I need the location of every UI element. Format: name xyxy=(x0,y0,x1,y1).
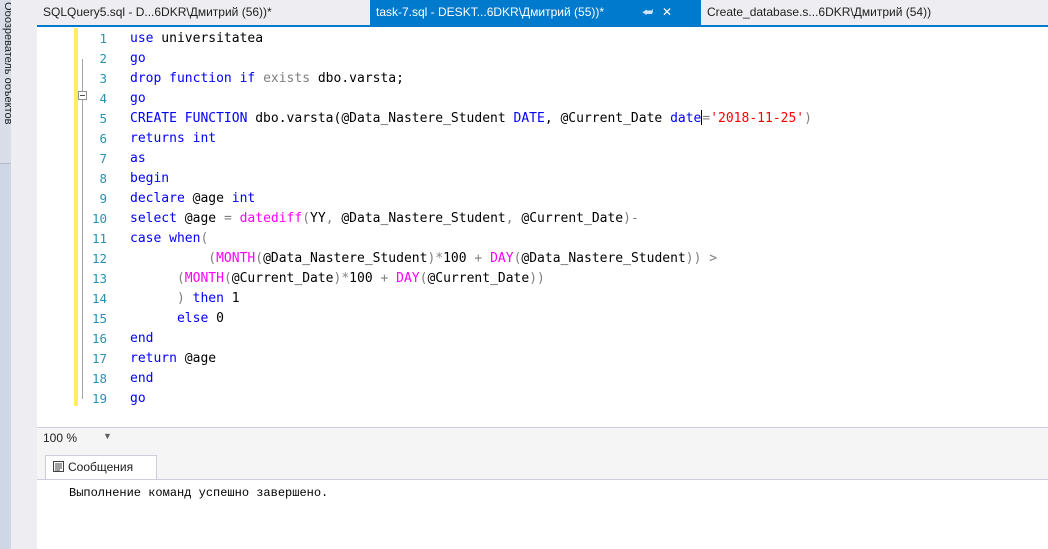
zoom-select[interactable]: 100 % xyxy=(43,431,77,445)
tab-create-database[interactable]: Create_database.s...6DKR\Дмитрий (54)) xyxy=(701,0,1041,25)
code-line[interactable]: 4 go xyxy=(37,89,1048,109)
code-line[interactable]: 9 declare @age int xyxy=(37,189,1048,209)
code-text[interactable]: go xyxy=(130,389,146,409)
code-line[interactable]: 18 end xyxy=(37,369,1048,389)
editor-accent-border xyxy=(37,25,1048,27)
line-number: 1 xyxy=(99,31,107,46)
tab-label: Create_database.s...6DKR\Дмитрий (54)) xyxy=(707,5,932,19)
code-line[interactable]: 17 return @age xyxy=(37,349,1048,369)
code-text[interactable]: (MONTH(@Current_Date)*100 + DAY(@Current… xyxy=(130,269,545,289)
outline-bar xyxy=(82,59,83,399)
code-text[interactable]: else 0 xyxy=(130,309,224,329)
close-icon[interactable]: ✕ xyxy=(662,0,672,25)
code-text[interactable]: begin xyxy=(130,169,169,189)
code-text[interactable]: returns int xyxy=(130,129,216,149)
change-marker xyxy=(74,28,78,406)
code-text[interactable]: as xyxy=(130,149,146,169)
messages-tab-label: Сообщения xyxy=(68,460,134,474)
zoom-bar: 100 % ▼ xyxy=(37,427,1048,449)
code-text[interactable]: go xyxy=(130,89,146,109)
code-line[interactable]: 16 end xyxy=(37,329,1048,349)
code-text[interactable]: go xyxy=(130,49,146,69)
code-text[interactable]: use universitatea xyxy=(130,29,263,49)
code-text[interactable]: case when( xyxy=(130,229,208,249)
code-text[interactable]: end xyxy=(130,369,153,389)
code-line[interactable]: 11 case when( xyxy=(37,229,1048,249)
tab-task-7[interactable]: task-7.sql - DESKT...6DKR\Дмитрий (55))*… xyxy=(370,0,701,25)
document-tab-bar: SQLQuery5.sql - D...6DKR\Дмитрий (56))* … xyxy=(37,0,1048,25)
code-line[interactable]: 6 returns int xyxy=(37,129,1048,149)
code-text[interactable]: (MONTH(@Data_Nastere_Student)*100 + DAY(… xyxy=(130,249,717,269)
code-text[interactable]: end xyxy=(130,329,153,349)
code-line[interactable]: 19 go xyxy=(37,389,1048,409)
tab-messages[interactable]: Сообщения xyxy=(45,455,157,479)
code-text[interactable]: drop function if exists dbo.varsta; xyxy=(130,69,404,89)
code-text[interactable]: CREATE FUNCTION dbo.varsta(@Data_Nastere… xyxy=(130,109,812,129)
sql-editor[interactable]: 1 use universitatea 2 go 3 drop function if e… xyxy=(37,25,1048,427)
object-explorer-sidebar[interactable]: Обозреватель объектов xyxy=(0,0,14,549)
code-line[interactable]: 15 else 0 xyxy=(37,309,1048,329)
tab-label: task-7.sql - DESKT...6DKR\Дмитрий (55))* xyxy=(376,5,605,19)
code-line[interactable]: 13 (MONTH(@Current_Date)*100 + DAY(@Curr… xyxy=(37,269,1048,289)
code-text[interactable]: select @age = datediff(YY, @Data_Nastere… xyxy=(130,209,639,229)
code-line[interactable]: 8 begin xyxy=(37,169,1048,189)
chevron-down-icon[interactable]: ▼ xyxy=(103,431,112,441)
code-text[interactable]: return @age xyxy=(130,349,216,369)
code-line[interactable]: 1 use universitatea xyxy=(37,29,1048,49)
code-text[interactable]: declare @age int xyxy=(130,189,255,209)
code-text[interactable]: ) then 1 xyxy=(130,289,240,309)
messages-panel[interactable]: Выполнение команд успешно завершено. xyxy=(37,479,1048,549)
pin-icon[interactable]: ⮨ xyxy=(642,0,653,25)
result-message: Выполнение команд успешно завершено. xyxy=(69,486,329,500)
code-line[interactable]: 10 select @age = datediff(YY, @Data_Naste… xyxy=(37,209,1048,229)
code-line[interactable]: 14 ) then 1 xyxy=(37,289,1048,309)
results-tab-bar: Сообщения xyxy=(37,449,1048,479)
code-line[interactable]: 12 (MONTH(@Data_Nastere_Student)*100 + D… xyxy=(37,249,1048,269)
code-line[interactable]: 3 drop function if exists dbo.varsta; xyxy=(37,69,1048,89)
object-explorer-tab[interactable]: Обозреватель объектов xyxy=(0,0,14,164)
code-line[interactable]: 7 as xyxy=(37,149,1048,169)
tab-sqlquery5[interactable]: SQLQuery5.sql - D...6DKR\Дмитрий (56))* xyxy=(37,0,370,25)
code-line[interactable]: 5 CREATE FUNCTION dbo.varsta(@Data_Naster… xyxy=(37,109,1048,129)
messages-icon xyxy=(53,461,64,472)
sidebar-gap xyxy=(11,0,37,549)
collapse-icon[interactable] xyxy=(78,91,87,100)
code-line[interactable]: 2 go xyxy=(37,49,1048,69)
tab-label: SQLQuery5.sql - D...6DKR\Дмитрий (56))* xyxy=(43,5,272,19)
